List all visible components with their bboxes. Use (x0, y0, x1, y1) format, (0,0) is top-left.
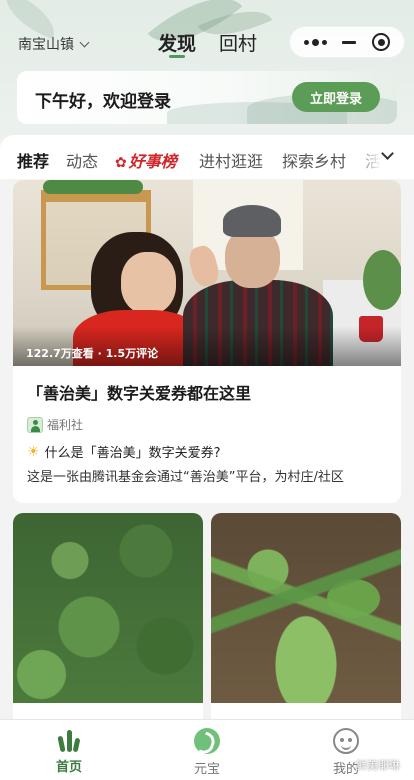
active-tab-indicator (169, 55, 185, 58)
herb-card[interactable] (211, 513, 401, 719)
elder-face (225, 228, 280, 288)
tab-yuanbao-label: 元宝 (193, 762, 220, 777)
home-icon (57, 728, 81, 753)
tea-image (13, 513, 203, 703)
tab-home[interactable]: 首页 (29, 728, 109, 775)
plant-scenery (43, 180, 143, 194)
feature-image: 122.7万查看 · 1.5万评论 (13, 180, 401, 366)
login-greeting: 下午好，欢迎登录 (35, 92, 171, 112)
author-name: 福利社 (47, 418, 84, 432)
more-dots-icon[interactable] (303, 38, 327, 46)
tab-discover[interactable]: 发现 (158, 29, 196, 56)
location-label: 南宝山镇 (18, 37, 74, 53)
herb-image (211, 513, 401, 703)
category-recommend[interactable]: 推荐 (17, 148, 49, 172)
flower-icon: ✿ (115, 155, 127, 171)
category-village-tour[interactable]: 进村逛逛 (199, 148, 263, 172)
yuanbao-icon (194, 728, 220, 754)
watermark: 鲜美耶琳 (356, 759, 400, 772)
tea-card[interactable] (13, 513, 203, 719)
category-tabs: 推荐 动态 ✿好事榜 进村逛逛 探索乡村 活 (0, 135, 414, 179)
bottom-tabbar: 首页 元宝 我的 (0, 719, 414, 780)
category-good-deeds[interactable]: ✿ 好事榜 (115, 148, 177, 172)
tab-return-village[interactable]: 回村 (219, 29, 257, 56)
feed: 122.7万查看 · 1.5万评论 「善治美」数字关爱券都在这里 福利社 ☀ 什… (0, 179, 414, 719)
close-target-icon[interactable] (372, 33, 391, 51)
category-explore[interactable]: 探索乡村 (282, 148, 346, 172)
feature-question: ☀ 什么是「善治美」数字关爱券? (27, 442, 221, 462)
sun-icon: ☀ (27, 443, 40, 460)
plant-scenery (363, 250, 401, 310)
login-banner: 下午好，欢迎登录 立即登录 (17, 71, 397, 124)
chevron-down-icon (79, 37, 90, 47)
volunteer-face (121, 252, 176, 314)
view-stats: 122.7万查看 · 1.5万评论 (26, 347, 159, 360)
feature-description: 这是一张由腾讯基金会通过“善治美”平台，为村庄/社区 (27, 470, 344, 485)
tab-yuanbao[interactable]: 元宝 (167, 728, 247, 777)
feature-title[interactable]: 「善治美」数字关爱券都在这里 (27, 380, 251, 404)
feature-card[interactable]: 122.7万查看 · 1.5万评论 「善治美」数字关爱券都在这里 福利社 ☀ 什… (13, 180, 401, 503)
author[interactable]: 福利社 (27, 416, 83, 433)
top-nav: 南宝山镇 发现 回村 (0, 24, 414, 64)
login-button[interactable]: 立即登录 (292, 82, 380, 112)
face-icon (333, 728, 359, 754)
category-feed[interactable]: 动态 (66, 148, 98, 172)
mini-program-capsule (289, 26, 405, 58)
category-good-deeds-label: 好事榜 (128, 152, 177, 171)
elder-hat (223, 205, 281, 237)
feature-question-text: 什么是「善治美」数字关爱券? (44, 446, 221, 461)
location-selector[interactable]: 南宝山镇 (18, 34, 90, 54)
avatar (27, 416, 43, 433)
minimize-icon[interactable] (342, 40, 357, 44)
tab-home-label: 首页 (55, 760, 82, 775)
